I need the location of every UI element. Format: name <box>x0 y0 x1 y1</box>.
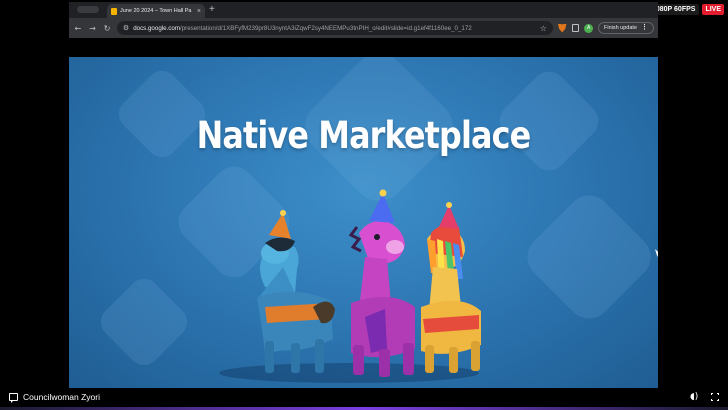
more-menu-icon[interactable]: ⋮ <box>641 23 648 33</box>
forward-button[interactable]: → <box>88 24 98 33</box>
address-bar[interactable]: ⚙ docs.google.com/presentation/d/1XBFyfM… <box>116 21 553 35</box>
profile-avatar[interactable]: A <box>584 23 593 33</box>
finish-update-label: Finish update <box>603 25 638 31</box>
fullscreen-icon[interactable] <box>710 392 720 402</box>
blue-llama <box>257 210 335 373</box>
speaker-name: Councilwoman Zyori <box>23 392 100 402</box>
screen-share-icon <box>9 393 18 403</box>
site-info-icon[interactable]: ⚙ <box>123 24 129 32</box>
quality-label: 1080P 60FPS <box>651 5 696 13</box>
tab-google-slides[interactable]: June 20 2024 – Town Hall Pa × <box>107 4 205 18</box>
tab-strip: June 20 2024 – Town Hall Pa × + <box>69 2 658 18</box>
slides-icon <box>111 7 117 15</box>
url-text: docs.google.com/presentation/d/1XBFyfM23… <box>133 25 535 32</box>
extensions-puzzle-icon[interactable] <box>571 24 580 32</box>
back-button[interactable]: ← <box>73 24 83 33</box>
rainbow-llama <box>421 202 481 373</box>
volume-icon[interactable]: ◖) <box>690 392 698 402</box>
llama-characters-illustration <box>219 189 481 383</box>
tab-title: June 20 2024 – Town Hall Pa <box>120 8 192 14</box>
browser-window: June 20 2024 – Town Hall Pa × + ← → ↻ ⚙ … <box>69 2 658 38</box>
close-icon[interactable]: × <box>197 8 201 15</box>
stream-footer: Councilwoman Zyori ◖) <box>0 388 728 407</box>
tab-group-pill[interactable] <box>77 6 99 13</box>
finish-update-button[interactable]: Finish update ⋮ <box>597 22 655 34</box>
url-path: /presentation/d/1XBFyfM239pr8U3nyntA3iZq… <box>179 24 472 32</box>
presentation-slide: Native Marketplace <box>69 57 658 388</box>
pink-llama <box>348 189 415 377</box>
new-tab-button[interactable]: + <box>209 4 215 16</box>
stream-screen: ⌄ 1080P 60FPS LIVE June 20 2024 – Town H… <box>0 0 728 410</box>
live-badge: LIVE <box>702 3 724 15</box>
url-host: docs.google.com <box>133 24 180 32</box>
speaker-tag: Councilwoman Zyori <box>9 392 100 403</box>
bookmark-star-icon[interactable]: ☆ <box>540 24 547 33</box>
metamask-extension-icon[interactable] <box>557 23 567 33</box>
reload-button[interactable]: ↻ <box>102 24 112 33</box>
browser-toolbar: ← → ↻ ⚙ docs.google.com/presentation/d/1… <box>69 18 658 38</box>
